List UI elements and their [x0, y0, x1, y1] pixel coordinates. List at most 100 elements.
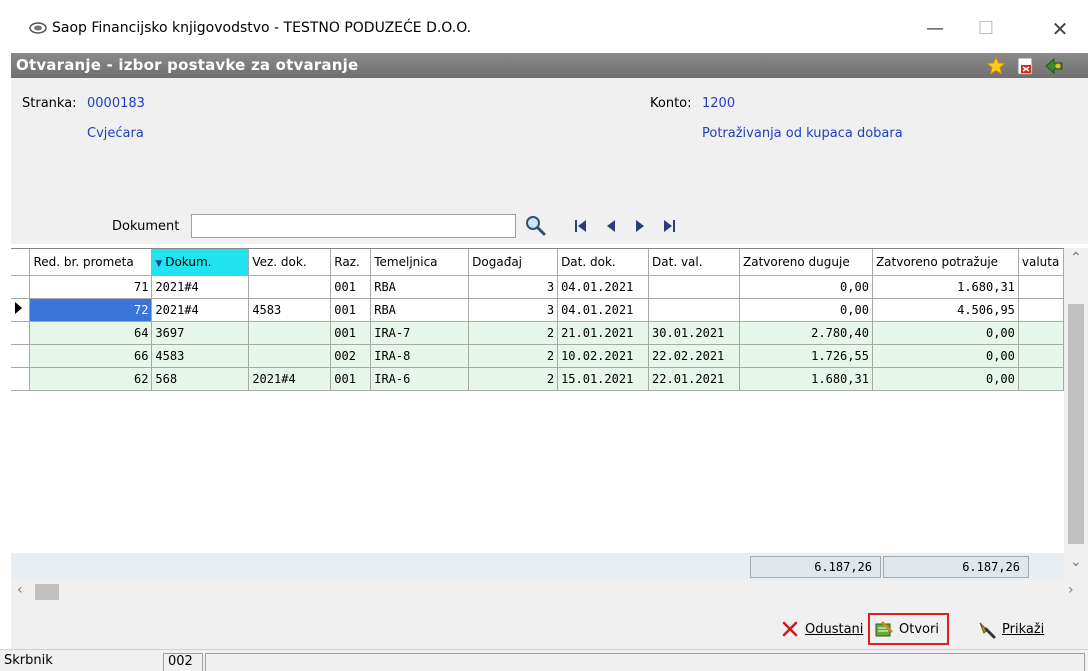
horizontal-scrollbar[interactable]: ‹ ›: [11, 580, 1088, 604]
button-bar: Odustani Otvori Prikaži: [11, 604, 1088, 649]
table-row[interactable]: 66 4583 002 IRA-8 2 10.02.2021 22.02.202…: [11, 344, 1065, 368]
cell-temeljnica: IRA-7: [370, 321, 470, 345]
header-red-br[interactable]: Red. br. prometa: [29, 249, 153, 276]
otvori-label: Otvori: [899, 621, 939, 637]
cell-dogadaj: 3: [468, 298, 559, 322]
cell-potrazuje: 0,00: [872, 367, 1019, 391]
cell-valuta: [1018, 298, 1065, 322]
header-zatvoreno-duguje[interactable]: Zatvoreno duguje: [739, 249, 873, 276]
cell-temeljnica: RBA: [370, 298, 470, 322]
cell-raz: 001: [330, 298, 372, 322]
row-indicator: [11, 275, 31, 299]
table-row-selected[interactable]: 72 2021#4 4583 001 RBA 3 04.01.2021 0,00…: [11, 298, 1065, 322]
table-row[interactable]: 62 568 2021#4 001 IRA-6 2 15.01.2021 22.…: [11, 367, 1065, 391]
cell-dat-dok: 04.01.2021: [557, 275, 650, 299]
sort-desc-icon: ▼: [155, 258, 166, 269]
cell-duguje: 2.780,40: [739, 321, 873, 345]
cell-potrazuje: 4.506,95: [872, 298, 1019, 322]
pdf-export-icon[interactable]: [1015, 56, 1035, 76]
cell-vez-dok: [248, 321, 332, 345]
prikazi-button[interactable]: Prikaži: [977, 615, 1044, 643]
stranka-label: Stranka:: [22, 96, 77, 111]
cell-dat-val: [648, 275, 740, 299]
previous-record-icon[interactable]: [604, 218, 618, 234]
search-icon[interactable]: [523, 214, 547, 238]
search-row: Dokument: [11, 208, 1088, 244]
header-zatvoreno-potrazuje[interactable]: Zatvoreno potražuje: [872, 249, 1019, 276]
cell-vez-dok: [248, 344, 332, 368]
last-record-icon[interactable]: [662, 218, 676, 234]
minimize-button[interactable]: —: [915, 14, 955, 44]
cell-dat-dok: 04.01.2021: [557, 298, 650, 322]
favorite-star-icon[interactable]: [986, 56, 1006, 76]
status-bar: Skrbnik 002: [0, 649, 1088, 671]
cell-raz: 001: [330, 367, 372, 391]
cell-dogadaj: 3: [468, 275, 559, 299]
exit-door-icon[interactable]: [1044, 56, 1064, 76]
header-dogadaj[interactable]: Događaj: [468, 249, 559, 276]
window-title: Saop Financijsko knjigovodstvo - TESTNO …: [52, 20, 472, 36]
cell-temeljnica: IRA-8: [370, 344, 470, 368]
cell-red-br: 66: [29, 344, 153, 368]
cell-vez-dok: 4583: [248, 298, 332, 322]
header-vez-dok[interactable]: Vez. dok.: [248, 249, 332, 276]
cell-dogadaj: 2: [468, 344, 559, 368]
cell-dokum: 4583: [151, 344, 250, 368]
form-header: Otvaranje - izbor postavke za otvaranje: [11, 53, 1088, 78]
cell-valuta: [1018, 367, 1065, 391]
header-raz[interactable]: Raz.: [330, 249, 372, 276]
cell-red-br: 62: [29, 367, 153, 391]
stranka-name: Cvjećara: [87, 126, 144, 141]
maximize-button[interactable]: ☐: [966, 14, 1006, 44]
status-code: 002: [163, 653, 203, 671]
odustani-label: Odustani: [805, 621, 864, 637]
next-record-icon[interactable]: [633, 218, 647, 234]
cell-dokum: 2021#4: [151, 298, 250, 322]
items-grid: Red. br. prometa ▼ Dokum. Vez. dok. Raz.…: [11, 248, 1065, 584]
konto-name: Potraživanja od kupaca dobara: [702, 126, 903, 141]
otvori-button[interactable]: Otvori: [868, 613, 949, 645]
prikazi-label: Prikaži: [1002, 621, 1045, 637]
header-dokum[interactable]: ▼ Dokum.: [151, 249, 250, 276]
row-indicator: [11, 298, 31, 322]
grid-header-row: Red. br. prometa ▼ Dokum. Vez. dok. Raz.…: [11, 249, 1065, 276]
cell-red-br: 71: [29, 275, 153, 299]
table-row[interactable]: 64 3697 001 IRA-7 2 21.01.2021 30.01.202…: [11, 321, 1065, 345]
cell-dat-dok: 10.02.2021: [557, 344, 650, 368]
table-row[interactable]: 71 2021#4 001 RBA 3 04.01.2021 0,00 1.68…: [11, 275, 1065, 299]
cell-red-br: 72: [29, 298, 153, 322]
header-valuta[interactable]: valuta: [1018, 249, 1065, 276]
dokument-label: Dokument: [112, 219, 180, 234]
cell-dokum: 2021#4: [151, 275, 250, 299]
vertical-scroll-thumb[interactable]: [1068, 304, 1084, 544]
header-dat-dok[interactable]: Dat. dok.: [557, 249, 650, 276]
cell-dogadaj: 2: [468, 367, 559, 391]
konto-label: Konto:: [650, 96, 692, 111]
horizontal-scroll-thumb[interactable]: [35, 584, 59, 600]
cell-dokum: 3697: [151, 321, 250, 345]
cell-potrazuje: 0,00: [872, 321, 1019, 345]
cell-vez-dok: 2021#4: [248, 367, 332, 391]
stranka-code: 0000183: [87, 96, 145, 111]
first-record-icon[interactable]: [574, 218, 588, 234]
items-table: Red. br. prometa ▼ Dokum. Vez. dok. Raz.…: [11, 249, 1065, 391]
cell-dat-val: [648, 298, 740, 322]
cell-dokum: 568: [151, 367, 250, 391]
cell-dat-val: 22.01.2021: [648, 367, 740, 391]
header-temeljnica[interactable]: Temeljnica: [370, 249, 470, 276]
header-dat-val[interactable]: Dat. val.: [648, 249, 740, 276]
app-logo-icon: [29, 22, 47, 34]
vertical-scrollbar[interactable]: ⌃ ⌄: [1064, 248, 1088, 580]
close-button[interactable]: ✕: [1040, 14, 1080, 44]
row-indicator: [11, 367, 31, 391]
party-info-panel: Stranka: 0000183 Cvjećara Konto: 1200 Po…: [11, 78, 1088, 208]
scroll-right-icon[interactable]: ›: [1068, 582, 1074, 598]
scroll-down-icon[interactable]: ⌄: [1070, 554, 1082, 570]
odustani-button[interactable]: Odustani: [780, 615, 863, 643]
cell-duguje: 0,00: [739, 298, 873, 322]
dokument-search-input[interactable]: [191, 214, 516, 238]
scroll-up-icon[interactable]: ⌃: [1070, 250, 1082, 266]
cell-valuta: [1018, 344, 1065, 368]
cell-vez-dok: [248, 275, 332, 299]
scroll-left-icon[interactable]: ‹: [17, 582, 23, 598]
